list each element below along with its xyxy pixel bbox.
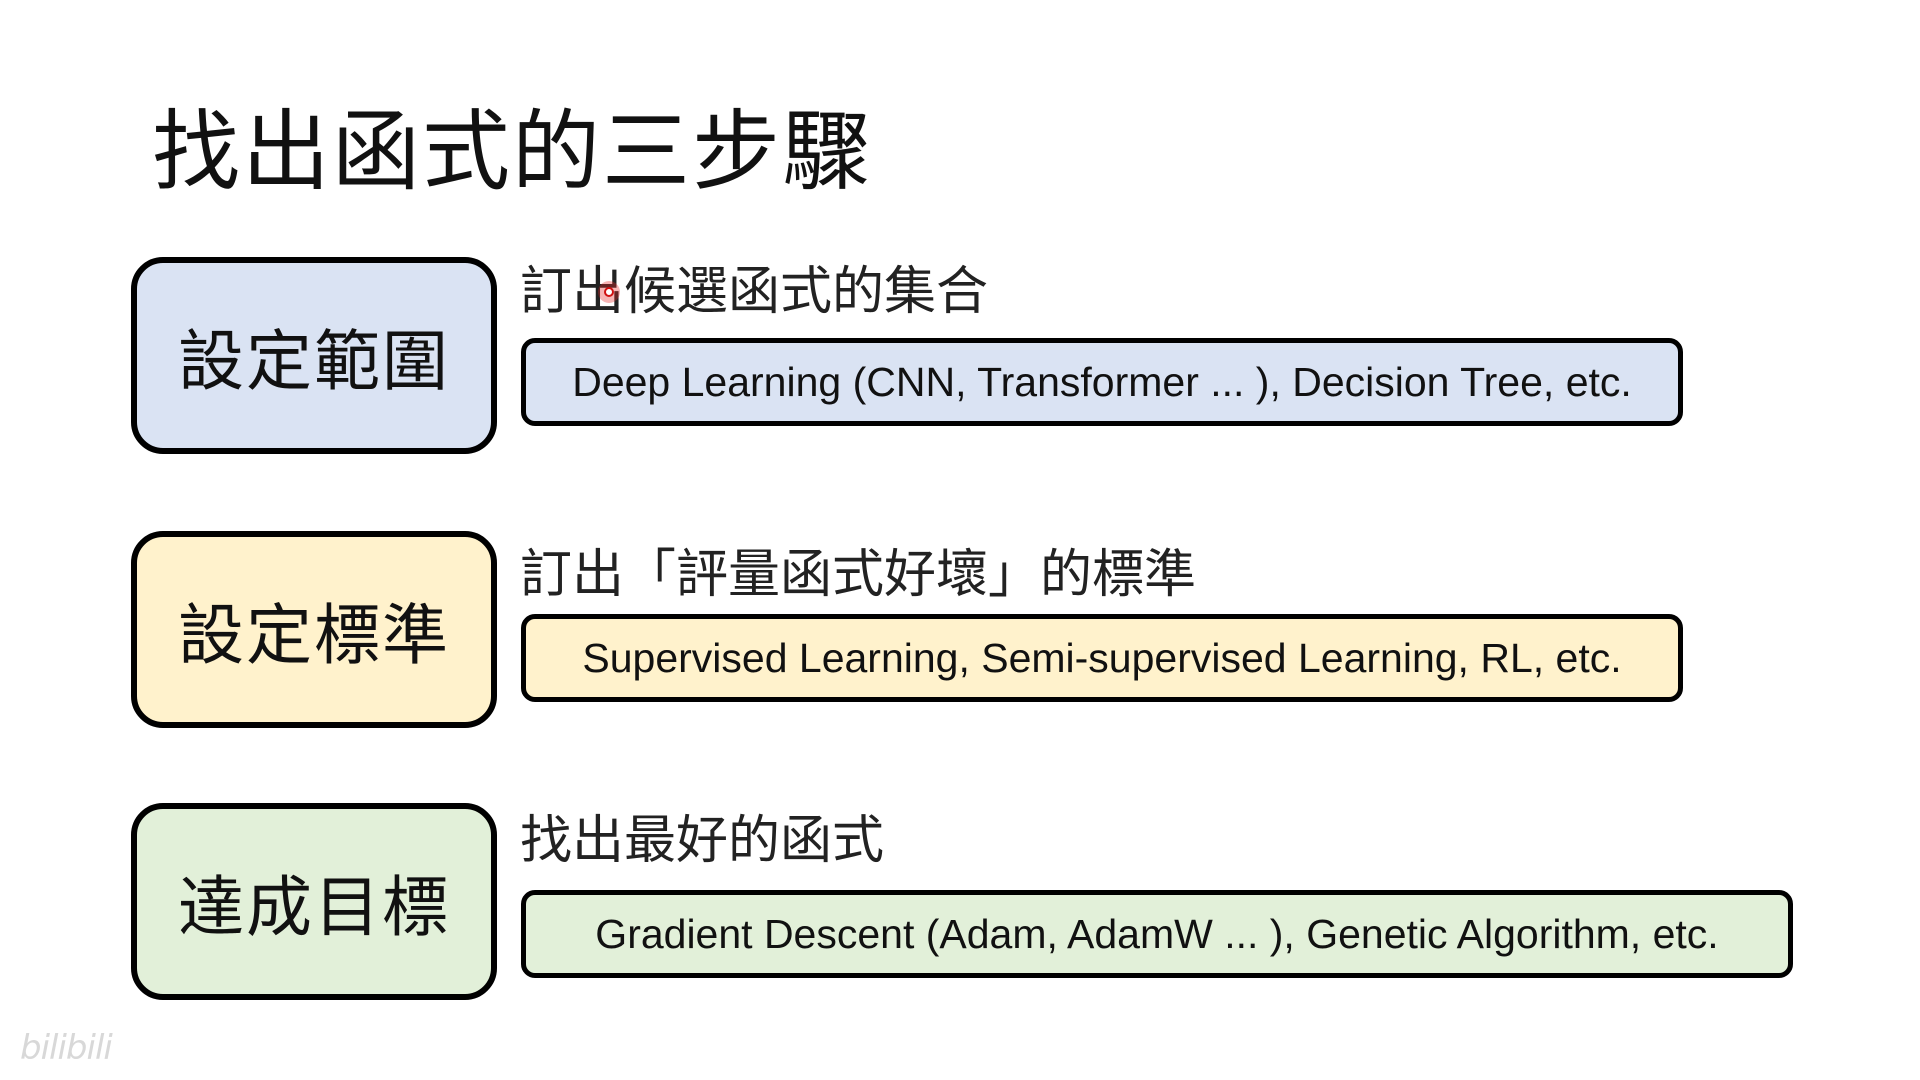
step-1-example: Deep Learning (CNN, Transformer ... ), D… <box>572 358 1632 405</box>
step-1-label: 設定範圍 <box>178 322 450 400</box>
step-2-box: 設定標準 <box>131 531 497 728</box>
step-3-example: Gradient Descent (Adam, AdamW ... ), Gen… <box>595 910 1719 957</box>
step-1-example-box: Deep Learning (CNN, Transformer ... ), D… <box>521 338 1683 426</box>
slide-title: 找出函式的三步驟 <box>152 100 873 203</box>
step-2-example: Supervised Learning, Semi-supervised Lea… <box>582 634 1622 681</box>
step-1-box: 設定範圍 <box>131 257 497 454</box>
step-3-example-box: Gradient Descent (Adam, AdamW ... ), Gen… <box>521 890 1793 978</box>
step-2-label: 設定標準 <box>178 596 450 674</box>
step-1-description: 訂出候選函式的集合 <box>520 262 989 322</box>
slide: 找出函式的三步驟 設定範圍 訂出候選函式的集合 Deep Learning (C… <box>0 0 1920 1080</box>
pointer-dot-icon <box>598 281 620 303</box>
step-2-example-box: Supervised Learning, Semi-supervised Lea… <box>521 614 1683 702</box>
step-3-box: 達成目標 <box>131 803 497 1000</box>
watermark-logo: bilibili <box>20 1028 113 1068</box>
step-2-description: 訂出「評量函式好壞」的標準 <box>520 545 1197 605</box>
step-3-label: 達成目標 <box>178 868 450 946</box>
step-3-description: 找出最好的函式 <box>520 811 885 871</box>
